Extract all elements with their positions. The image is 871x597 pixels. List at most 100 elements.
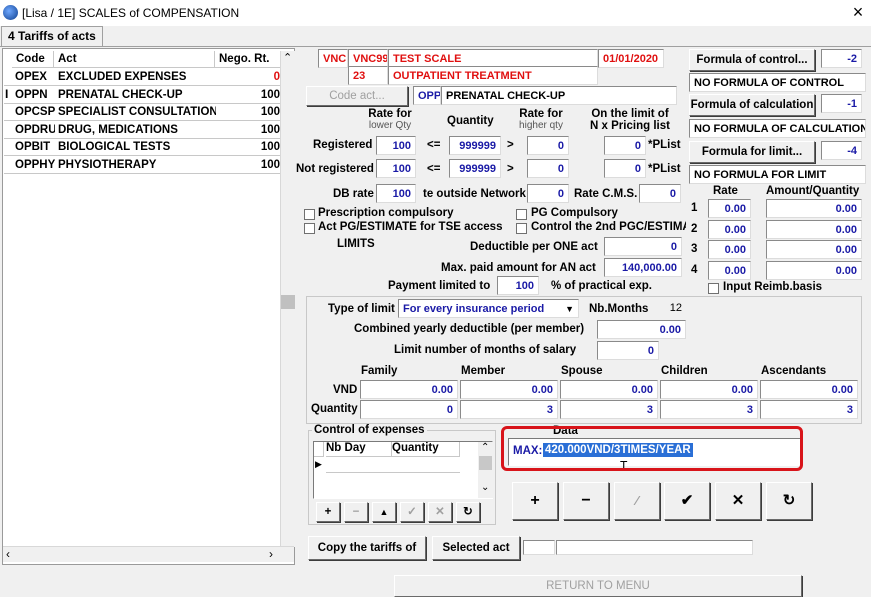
db-rate-field[interactable]: 100 [376, 184, 416, 203]
data-refresh-button[interactable]: ↻ [766, 482, 812, 520]
col-header-code[interactable]: Code [12, 51, 54, 68]
not-registered-rate[interactable]: 100 [376, 159, 416, 178]
outside-network-field[interactable]: 0 [527, 184, 569, 203]
ce-scroll-thumb[interactable] [479, 456, 492, 470]
data-cancel-button[interactable]: ✕ [715, 482, 761, 520]
amount-vnd-field[interactable]: 0.00 [760, 380, 858, 399]
registered-label: Registered [313, 139, 373, 151]
list-horizontal-scrollbar[interactable]: ‹ › [3, 546, 294, 562]
registered-rate[interactable]: 100 [376, 136, 416, 155]
input-reimb-basis-checkbox[interactable] [708, 283, 719, 294]
amount-qty-field[interactable]: 3 [660, 400, 758, 419]
act-code: OPDRU [15, 123, 55, 136]
payment-limited-field[interactable]: 100 [497, 276, 539, 295]
rate-higher-sub: higher qty [519, 120, 563, 131]
outside-network-label: te outside Network [423, 188, 526, 200]
ce-remove-button[interactable]: − [344, 502, 368, 522]
ce-edit-button[interactable]: ✓ [400, 502, 424, 522]
reimb-rate-field[interactable]: 0.00 [708, 199, 751, 218]
reimb-rate-field[interactable]: 0.00 [708, 219, 751, 239]
pg-compulsory-checkbox[interactable] [516, 209, 527, 220]
act-name: PRENATAL CHECK-UP [58, 88, 183, 101]
table-row[interactable]: OPPN PRENATAL CHECK-UP 100 [4, 87, 282, 104]
prescription-checkbox[interactable] [304, 209, 315, 220]
not-registered-plist[interactable]: 0 [604, 159, 646, 178]
formula-calculation-button[interactable]: Formula of calculation [689, 94, 815, 116]
tab-tariffs-of-acts[interactable]: 4 Tariffs of acts [1, 26, 103, 47]
table-row[interactable]: OPCSP SPECIALIST CONSULTATION 100 [4, 104, 282, 121]
registered-higher[interactable]: 0 [527, 136, 569, 155]
selected-act-button[interactable]: Selected act [432, 536, 520, 560]
list-vertical-scrollbar[interactable]: ⌃ [280, 51, 295, 547]
amount-qty-field[interactable]: 3 [760, 400, 858, 419]
return-to-menu-button[interactable]: RETURN TO MENU [394, 575, 802, 597]
scroll-right-icon[interactable]: › [269, 547, 273, 561]
ce-scrollbar[interactable]: ⌃ ⌄ [478, 442, 493, 498]
amount-qty-field[interactable]: 0 [360, 400, 458, 419]
table-row[interactable]: OPDRU DRUG, MEDICATIONS 100 [4, 122, 282, 139]
amount-vnd-field[interactable]: 0.00 [360, 380, 458, 399]
deductible-field[interactable]: 0 [604, 237, 682, 256]
salary-months-field[interactable]: 0 [597, 341, 659, 360]
data-edit-button[interactable]: ⁄ [614, 482, 660, 520]
data-remove-button[interactable]: − [563, 482, 609, 520]
selected-act-name [556, 540, 753, 555]
formula-limit-value[interactable]: -4 [821, 141, 862, 160]
scroll-thumb[interactable] [281, 295, 295, 309]
scroll-up-icon[interactable]: ⌃ [283, 51, 292, 64]
type-of-limit-select[interactable]: For every insurance period ▼ [398, 299, 579, 318]
table-row[interactable]: OPPHY PHYSIOTHERAPY 100 [4, 157, 282, 174]
reimb-amount-field[interactable]: 0.00 [766, 219, 862, 239]
not-registered-qty[interactable]: 999999 [449, 159, 501, 178]
copy-tariffs-button[interactable]: Copy the tariffs of [308, 536, 426, 560]
ce-col-nb-day[interactable]: Nb Day [326, 442, 392, 457]
ce-scroll-up-icon[interactable]: ⌃ [481, 442, 489, 453]
scroll-left-icon[interactable]: ‹ [6, 547, 10, 561]
table-row[interactable]: OPEX EXCLUDED EXPENSES 0 [4, 69, 282, 86]
rate-higher-title: Rate for [519, 108, 563, 120]
col-header-rate[interactable]: Nego. Rt. [215, 51, 282, 68]
reimb-amount-field[interactable]: 0.00 [766, 240, 862, 259]
act-code: OPPHY [15, 158, 55, 171]
control-expenses-table[interactable]: Nb Day Quantity ▶ ⌃ ⌄ [313, 441, 493, 499]
act-code-field[interactable]: OPP [413, 86, 441, 105]
not-registered-higher[interactable]: 0 [527, 159, 569, 178]
amount-vnd-field[interactable]: 0.00 [560, 380, 658, 399]
reimb-amount-field[interactable]: 0.00 [766, 199, 862, 218]
formula-control-button[interactable]: Formula of control... [689, 49, 815, 71]
max-paid-field[interactable]: 140,000.00 [604, 258, 682, 277]
close-icon[interactable]: × [848, 2, 868, 22]
chevron-down-icon[interactable]: ▼ [565, 302, 574, 316]
control-2nd-checkbox[interactable] [516, 223, 527, 234]
combined-deductible-field[interactable]: 0.00 [597, 320, 686, 339]
formula-control-value[interactable]: -2 [821, 49, 862, 68]
amount-qty-field[interactable]: 3 [560, 400, 658, 419]
table-row[interactable]: OPBIT BIOLOGICAL TESTS 100 [4, 139, 282, 156]
ce-scroll-down-icon[interactable]: ⌄ [481, 482, 489, 493]
col-header-act[interactable]: Act [54, 51, 215, 68]
registered-plist[interactable]: 0 [604, 136, 646, 155]
formula-limit-button[interactable]: Formula for limit... [689, 141, 815, 163]
acts-list[interactable]: Code Act Nego. Rt. I OPEX EXCLUDED EXPENS… [2, 48, 295, 565]
reimb-amount-field[interactable]: 0.00 [766, 260, 862, 280]
nb-months-field[interactable]: 12 [650, 299, 686, 318]
ce-refresh-button[interactable]: ↻ [456, 502, 480, 522]
cms-field[interactable]: 0 [639, 184, 681, 203]
reimb-rate-field[interactable]: 0.00 [708, 260, 751, 280]
ce-cancel-button[interactable]: ✕ [428, 502, 452, 522]
ce-up-button[interactable]: ▲ [372, 502, 396, 522]
reimb-rate-field[interactable]: 0.00 [708, 240, 751, 259]
ce-add-button[interactable]: + [316, 502, 340, 522]
act-name-field[interactable]: PRENATAL CHECK-UP [441, 86, 677, 105]
amount-vnd-field[interactable]: 0.00 [660, 380, 758, 399]
ce-col-quantity[interactable]: Quantity [392, 442, 460, 457]
ce-row[interactable] [326, 458, 460, 473]
amount-vnd-field[interactable]: 0.00 [460, 380, 558, 399]
code-act-button[interactable]: Code act... [306, 86, 408, 106]
registered-qty[interactable]: 999999 [449, 136, 501, 155]
formula-calculation-value[interactable]: -1 [821, 94, 862, 113]
amount-qty-field[interactable]: 3 [460, 400, 558, 419]
data-add-button[interactable]: + [512, 482, 558, 520]
data-confirm-button[interactable]: ✔ [664, 482, 710, 520]
act-pg-checkbox[interactable] [304, 223, 315, 234]
